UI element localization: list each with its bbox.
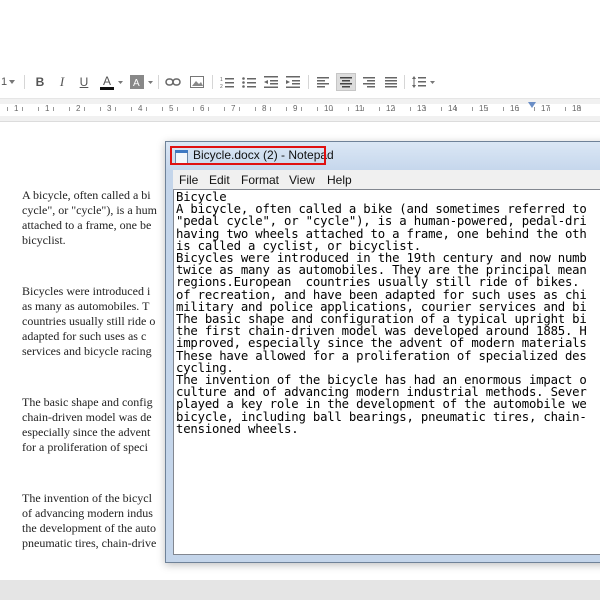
ruler-tick	[286, 107, 287, 111]
ruler-tick	[115, 107, 116, 111]
menu-edit[interactable]: Edit	[209, 173, 230, 187]
ruler-tick	[7, 107, 8, 111]
decrease-indent-icon[interactable]	[262, 73, 280, 91]
ruler-number: 2	[76, 104, 81, 113]
ruler-tick	[255, 107, 256, 111]
text-color-button[interactable]: A	[98, 73, 116, 91]
font-size-dropdown-icon[interactable]	[8, 73, 16, 91]
ruler-tick	[317, 107, 318, 111]
ruler-number: 3	[107, 104, 112, 113]
menu-help[interactable]: Help	[327, 173, 352, 187]
insert-image-icon[interactable]	[188, 73, 206, 91]
italic-button[interactable]: I	[54, 73, 70, 91]
ruler-tick	[425, 107, 426, 111]
ruler-tick	[456, 107, 457, 111]
ruler-tick	[84, 107, 85, 111]
ruler-tick	[239, 107, 240, 111]
ruler-tick	[177, 107, 178, 111]
ruler: 1 1 2 3 4 5 6 7 8 9 10 11 12 13 14 15 16 17 18	[0, 99, 600, 122]
ruler-tick	[394, 107, 395, 111]
ruler-tick	[580, 107, 581, 111]
ruler-number: 1	[45, 104, 50, 113]
align-center-icon[interactable]	[336, 73, 356, 91]
svg-text:2: 2	[220, 84, 223, 88]
highlight-dropdown-icon[interactable]	[146, 73, 154, 91]
document-paragraph: Bicycles were introduced i as many as au…	[22, 284, 156, 358]
ruler-tick	[518, 107, 519, 111]
document-paragraph: The invention of the bicycl of advancing…	[22, 491, 157, 550]
document-paragraph: A bicycle, often called a bi cycle", or …	[22, 188, 157, 247]
ruler-tick	[363, 107, 364, 111]
ruler-tick	[379, 107, 380, 111]
text-color-dropdown-icon[interactable]	[116, 73, 124, 91]
text-color-label: A	[102, 73, 111, 88]
ruler-tick	[472, 107, 473, 111]
notepad-menubar: File Edit Format View Help	[173, 170, 600, 190]
ruler-number: 9	[293, 104, 298, 113]
ruler-tick	[100, 107, 101, 111]
ruler-tick	[131, 107, 132, 111]
ruler-tick	[162, 107, 163, 111]
ruler-number: 4	[138, 104, 143, 113]
ruler-tick	[332, 107, 333, 111]
bottom-bar	[0, 580, 600, 600]
ruler-number: 7	[231, 104, 236, 113]
bulleted-list-icon[interactable]	[240, 73, 258, 91]
toolbar-divider	[24, 75, 25, 89]
ruler-tick	[208, 107, 209, 111]
document-body[interactable]: A bicycle, often called a bi cycle", or …	[22, 158, 172, 572]
title-highlight-box	[170, 146, 326, 165]
ruler-tick	[69, 107, 70, 111]
ruler-tick	[193, 107, 194, 111]
formatting-toolbar: 1 B I U A A 12	[0, 66, 600, 99]
svg-text:1: 1	[220, 77, 223, 83]
ruler-tick	[22, 107, 23, 111]
notepad-window: Bicycle.docx (2) - Notepad File Edit For…	[165, 141, 600, 563]
text-color-swatch	[100, 86, 114, 90]
ruler-tick	[503, 107, 504, 111]
menu-format[interactable]: Format	[241, 173, 279, 187]
ruler-tick	[301, 107, 302, 111]
ruler-tick	[38, 107, 39, 111]
right-indent-marker[interactable]	[528, 102, 536, 108]
numbered-list-icon[interactable]: 12	[218, 73, 236, 91]
ruler-tick	[487, 107, 488, 111]
ruler-tick	[549, 107, 550, 111]
document-paragraph: The basic shape and config chain-driven …	[22, 395, 153, 454]
menu-view[interactable]: View	[289, 173, 315, 187]
notepad-titlebar[interactable]: Bicycle.docx (2) - Notepad	[166, 142, 600, 170]
ruler-tick	[348, 107, 349, 111]
notepad-text-area[interactable]: Bicycle A bicycle, often called a bike (…	[173, 189, 600, 555]
menu-file[interactable]: File	[179, 173, 198, 187]
align-right-icon[interactable]	[360, 73, 378, 91]
ruler-tick	[146, 107, 147, 111]
ruler-tick	[441, 107, 442, 111]
ruler-number: 6	[200, 104, 205, 113]
ruler-tick	[270, 107, 271, 111]
increase-indent-icon[interactable]	[284, 73, 302, 91]
font-size-partial[interactable]: 1	[0, 73, 8, 91]
ruler-tick	[53, 107, 54, 111]
ruler-number: 1	[14, 104, 19, 113]
underline-button[interactable]: U	[76, 73, 92, 91]
toolbar-divider	[308, 75, 309, 89]
justify-icon[interactable]	[382, 73, 400, 91]
toolbar-divider	[158, 75, 159, 89]
ruler-tick	[565, 107, 566, 111]
toolbar-divider	[212, 75, 213, 89]
align-left-icon[interactable]	[314, 73, 332, 91]
bold-button[interactable]: B	[32, 73, 48, 91]
ruler-tick	[224, 107, 225, 111]
ruler-tick	[410, 107, 411, 111]
ruler-number: 5	[169, 104, 174, 113]
line-spacing-dropdown-icon[interactable]	[428, 73, 436, 91]
link-icon[interactable]	[164, 73, 182, 91]
line-spacing-icon[interactable]	[410, 73, 428, 91]
toolbar-divider	[404, 75, 405, 89]
highlight-color-icon[interactable]: A	[128, 73, 146, 91]
notepad-text: Bicycle A bicycle, often called a bike (…	[176, 190, 587, 436]
ruler-number: 8	[262, 104, 267, 113]
svg-text:A: A	[133, 78, 140, 89]
